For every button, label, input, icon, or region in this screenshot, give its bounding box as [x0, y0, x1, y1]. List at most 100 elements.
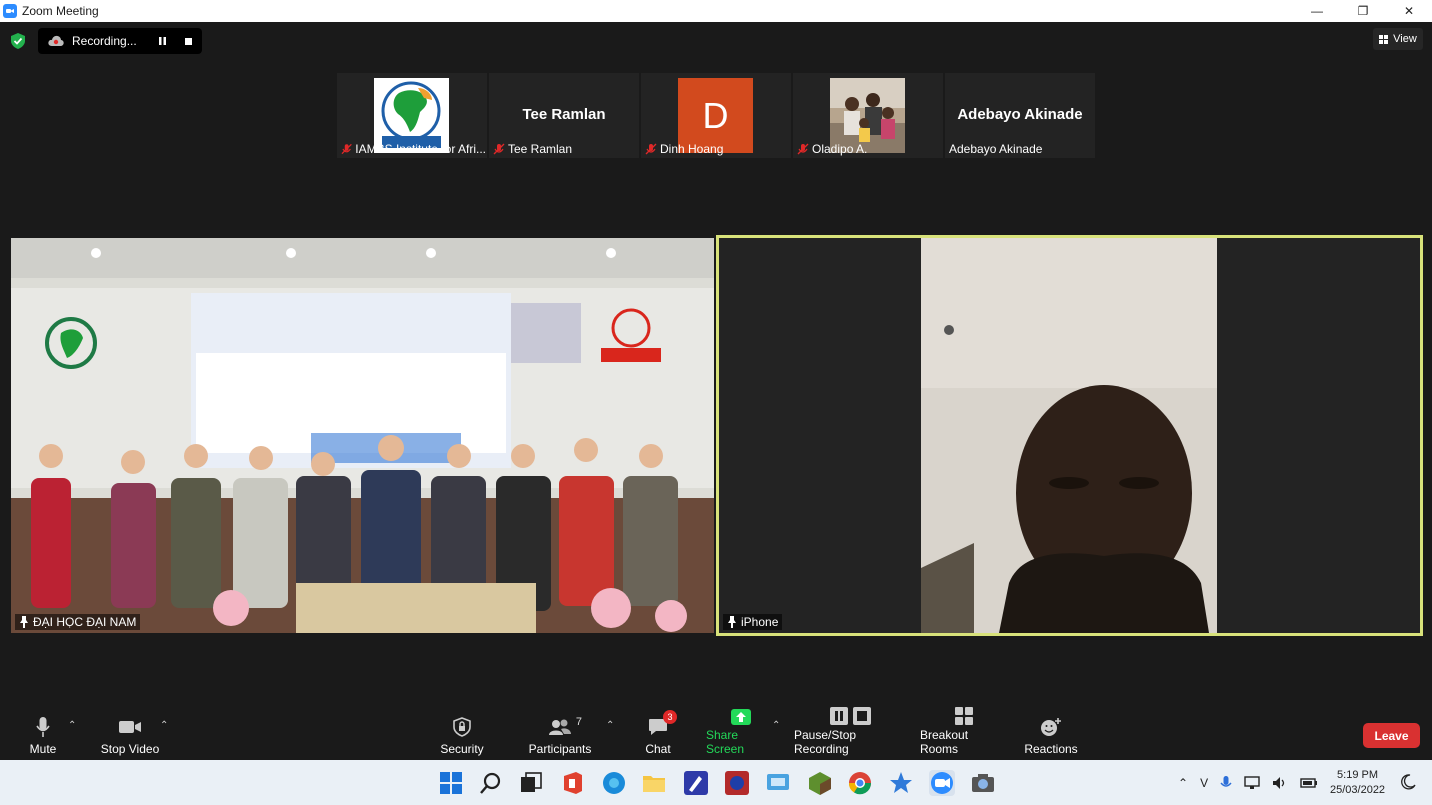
- video-label: iPhone: [723, 614, 783, 630]
- share-screen-arrow-icon: [731, 709, 751, 725]
- participant-caption: Oladipo A.: [797, 142, 867, 156]
- view-button[interactable]: View: [1373, 28, 1423, 50]
- game-app-icon[interactable]: [724, 770, 750, 796]
- system-tray: ⌃ V: [1178, 760, 1318, 805]
- participant-name: Oladipo A.: [812, 142, 868, 156]
- security-shield-icon: [453, 717, 471, 737]
- participants-count: 7: [575, 716, 582, 728]
- participant-name: IAMBS Institute for Afri...: [355, 142, 486, 156]
- breakout-rooms-label: Breakout Rooms: [920, 728, 969, 756]
- participant-strip: IAMBS Institute for Afri... Tee Ramlan T…: [337, 73, 1095, 158]
- muted-mic-icon: [797, 143, 809, 155]
- tray-overflow-icon[interactable]: ⌃: [1178, 776, 1188, 790]
- camera-app-icon[interactable]: [970, 770, 996, 796]
- participants-options-caret[interactable]: ⌃: [606, 720, 614, 731]
- participant-name: Tee Ramlan: [508, 142, 573, 156]
- stop-video-button[interactable]: Stop Video: [98, 708, 162, 760]
- security-shield-icon[interactable]: [11, 33, 25, 49]
- mute-button[interactable]: Mute: [22, 708, 64, 760]
- control-panel-icon[interactable]: [765, 770, 791, 796]
- pen-app-icon[interactable]: [683, 770, 709, 796]
- close-button[interactable]: ✕: [1386, 0, 1432, 22]
- reactions-label: Reactions: [1024, 742, 1078, 756]
- security-button[interactable]: Security: [437, 708, 487, 760]
- zoom-taskbar-icon[interactable]: [929, 770, 955, 796]
- stop-recording-button[interactable]: [178, 31, 198, 51]
- chat-label: Chat: [645, 742, 671, 756]
- participant-big-name: Tee Ramlan: [522, 106, 606, 123]
- taskbar-clock[interactable]: 5:19 PM 25/03/2022: [1330, 768, 1385, 798]
- share-options-caret[interactable]: ⌃: [772, 720, 780, 731]
- participant-tile[interactable]: D Dinh Hoang: [641, 73, 791, 158]
- participants-button[interactable]: 7 Participants: [527, 708, 593, 760]
- mute-label: Mute: [29, 742, 57, 756]
- leave-button[interactable]: Leave: [1363, 723, 1420, 748]
- chat-button[interactable]: 3 Chat: [640, 708, 677, 760]
- video-camera-icon: [119, 721, 141, 733]
- pin-icon: [20, 616, 28, 628]
- video-tile-right-active-speaker[interactable]: iPhone: [716, 235, 1423, 636]
- chat-badge: 3: [663, 710, 677, 724]
- grid-view-icon: [1379, 34, 1389, 44]
- meeting-toolbar: Mute ⌃ Stop Video ⌃ Security 7 Participa…: [0, 707, 1432, 760]
- chrome-icon[interactable]: [847, 770, 873, 796]
- recording-label: Recording...: [72, 34, 137, 48]
- pause-recording-button[interactable]: [152, 31, 172, 51]
- minimize-button[interactable]: —: [1294, 0, 1340, 22]
- video-label: ĐẠI HỌC ĐẠI NAM: [15, 614, 141, 630]
- video-options-caret[interactable]: ⌃: [160, 720, 168, 731]
- audio-options-caret[interactable]: ⌃: [68, 720, 76, 731]
- share-screen-label: Share Screen: [706, 728, 745, 756]
- view-label: View: [1393, 33, 1417, 45]
- speaker-video: [719, 238, 1420, 633]
- zoom-app-icon: [3, 4, 17, 18]
- stop-video-label: Stop Video: [100, 742, 160, 756]
- video-tile-left[interactable]: ĐẠI HỌC ĐẠI NAM: [11, 238, 714, 633]
- stop-icon: [184, 37, 192, 45]
- notification-moon-icon[interactable]: [1400, 774, 1416, 790]
- participant-tile[interactable]: Tee Ramlan Tee Ramlan: [489, 73, 639, 158]
- breakout-rooms-button[interactable]: Breakout Rooms: [920, 707, 1008, 760]
- recording-indicator: Recording...: [38, 28, 202, 54]
- window-title: Zoom Meeting: [22, 4, 99, 18]
- participant-caption: Tee Ramlan: [493, 142, 572, 156]
- pause-stop-recording-button[interactable]: Pause/Stop Recording: [794, 707, 908, 760]
- participant-big-name: Adebayo Akinade: [957, 106, 1083, 123]
- meeting-area: Recording... View IAMBS Institute for Af…: [0, 22, 1432, 760]
- task-view-icon[interactable]: [518, 770, 544, 796]
- muted-mic-icon: [645, 143, 657, 155]
- minecraft-icon[interactable]: [807, 770, 833, 796]
- video-label-text: ĐẠI HỌC ĐẠI NAM: [33, 615, 137, 629]
- star-app-icon[interactable]: [888, 770, 914, 796]
- participant-tile[interactable]: Oladipo A.: [793, 73, 943, 158]
- edge-browser-icon[interactable]: [601, 770, 627, 796]
- conference-room-video: [11, 238, 714, 633]
- share-screen-button[interactable]: Share Screen: [706, 708, 776, 760]
- participant-name: Dinh Hoang: [660, 142, 724, 156]
- maximize-button[interactable]: ❐: [1340, 0, 1386, 22]
- reactions-button[interactable]: Reactions: [1024, 708, 1078, 760]
- participant-tile[interactable]: IAMBS Institute for Afri...: [337, 73, 487, 158]
- search-icon[interactable]: [478, 770, 504, 796]
- pause-stop-recording-label: Pause/Stop Recording: [794, 728, 857, 756]
- office-icon[interactable]: [560, 770, 586, 796]
- speaker-icon[interactable]: [1272, 776, 1288, 790]
- tray-microphone-icon[interactable]: [1220, 775, 1232, 791]
- smiley-plus-icon: [1041, 718, 1061, 736]
- windows-start-icon[interactable]: [438, 770, 464, 796]
- participant-tile[interactable]: Adebayo Akinade Adebayo Akinade: [945, 73, 1095, 158]
- video-label-text: iPhone: [741, 615, 779, 629]
- file-explorer-icon[interactable]: [641, 770, 667, 796]
- cloud-record-icon: [48, 35, 64, 46]
- participants-icon: [549, 719, 571, 735]
- vpn-icon[interactable]: V: [1200, 776, 1208, 790]
- participant-name: Adebayo Akinade: [949, 142, 1043, 156]
- muted-mic-icon: [341, 143, 352, 155]
- network-icon[interactable]: [1244, 775, 1260, 790]
- breakout-rooms-icon: [955, 707, 973, 725]
- battery-icon[interactable]: [1300, 776, 1318, 790]
- clock-time: 5:19 PM: [1337, 769, 1379, 781]
- windows-taskbar: ⌃ V 5:19 PM 25/03/2022: [0, 760, 1432, 805]
- security-label: Security: [440, 742, 484, 756]
- participants-label: Participants: [528, 742, 592, 756]
